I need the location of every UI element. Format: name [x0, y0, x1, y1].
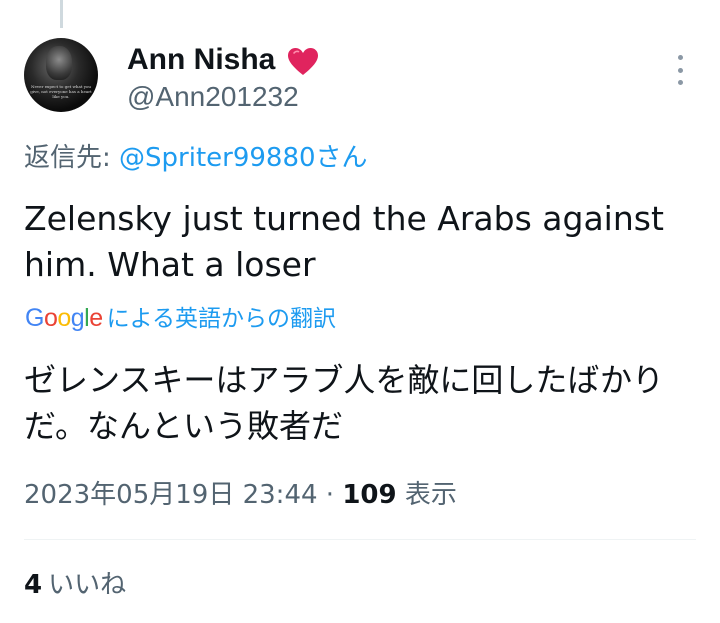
thread-connector-line: [60, 0, 63, 28]
tweet-text: Zelensky just turned the Arabs against h…: [24, 199, 664, 284]
timestamp[interactable]: 2023年05月19日 23:44: [24, 480, 318, 510]
likes-count: 4: [24, 570, 43, 600]
divider: [24, 539, 696, 540]
avatar[interactable]: Never expect to get what you give, not e…: [24, 38, 98, 112]
meta-separator: ·: [317, 480, 343, 510]
translation-label: による英語からの翻訳: [106, 306, 336, 332]
more-dot: [677, 80, 683, 85]
avatar-figure: [46, 46, 72, 80]
google-letter: G: [25, 304, 44, 332]
translated-text: ゼレンスキーはアラブ人を敵に回したばかりだ。なんという敗者だ: [24, 361, 665, 445]
google-letter: o: [57, 304, 71, 332]
likes-stat[interactable]: 4 いいね: [24, 567, 126, 603]
more-options-icon[interactable]: [666, 55, 694, 85]
heart-icon: [288, 48, 318, 75]
user-handle[interactable]: @Ann201232: [127, 80, 299, 114]
more-dot: [677, 55, 683, 60]
tweet-detail: Never expect to get what you give, not e…: [0, 0, 720, 623]
google-letter: e: [89, 304, 103, 332]
google-letter: g: [70, 304, 85, 332]
views-label: 表示: [396, 480, 457, 510]
tweet-meta: 2023年05月19日 23:44 · 109 表示: [24, 477, 457, 513]
likes-label: いいね: [48, 570, 127, 600]
avatar-quote: Never expect to get what you give, not e…: [30, 84, 92, 99]
reply-prefix: 返信先:: [24, 143, 120, 173]
reply-context: 返信先: @Spriter99880さん: [24, 141, 368, 175]
translation-attribution[interactable]: Google による英語からの翻訳: [25, 302, 336, 335]
views-count: 109: [342, 480, 397, 510]
display-name[interactable]: Ann Nisha: [127, 42, 275, 78]
reply-mention-link[interactable]: @Spriter99880さん: [119, 143, 368, 173]
google-logo: Google: [25, 304, 103, 332]
google-letter: o: [43, 304, 58, 332]
more-dot: [677, 67, 683, 73]
